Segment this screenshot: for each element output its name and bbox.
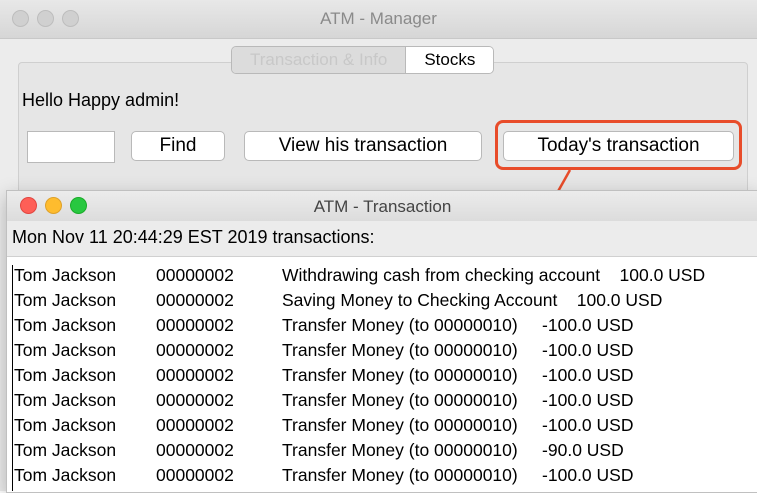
window-title: ATM - Manager [320,9,437,28]
row-description: Transfer Money (to 00000010) -100.0 USD [282,365,634,385]
tab-transaction-info[interactable]: Transaction & Info [232,47,407,73]
transaction-header: Mon Nov 11 20:44:29 EST 2019 transaction… [7,221,757,257]
row-account: 00000002 [156,415,234,435]
transactions-heading: Mon Nov 11 20:44:29 EST 2019 transaction… [12,227,375,247]
account-search-input[interactable] [27,131,115,163]
tab-stocks[interactable]: Stocks [406,47,494,73]
tab-bar: Transaction & Info Stocks [231,46,495,74]
row-account: 00000002 [156,390,234,410]
transaction-titlebar[interactable]: ATM - Transaction [7,191,757,221]
window-title: ATM - Transaction [313,197,452,216]
row-account: 00000002 [156,265,234,285]
find-button[interactable]: Find [131,131,225,161]
row-name: Tom Jackson [14,390,117,410]
row-name: Tom Jackson [14,340,117,360]
row-account: 00000002 [156,315,234,335]
row-account: 00000002 [156,440,234,460]
transaction-list[interactable]: Tom Jackson 00000002 Withdrawing cash fr… [7,257,757,492]
row-description: Transfer Money (to 00000010) -100.0 USD [282,340,634,360]
row-account: 00000002 [156,465,234,485]
row-description: Transfer Money (to 00000010) -90.0 USD [282,440,624,460]
row-name: Tom Jackson [14,265,117,285]
view-his-transaction-button[interactable]: View his transaction [244,131,482,161]
row-description: Saving Money to Checking Account 100.0 U… [282,290,663,310]
transaction-window: ATM - Transaction Mon Nov 11 20:44:29 ES… [6,190,757,493]
row-description: Transfer Money (to 00000010) -100.0 USD [282,415,634,435]
greeting-text: Hello Happy admin! [22,90,180,110]
row-name: Tom Jackson [14,315,117,335]
row-description: Transfer Money (to 00000010) -100.0 USD [282,465,634,485]
row-description: Transfer Money (to 00000010) -100.0 USD [282,315,634,335]
row-description: Withdrawing cash from checking account 1… [282,265,706,285]
row-name: Tom Jackson [14,365,117,385]
manager-titlebar[interactable]: ATM - Manager [0,0,757,39]
row-name: Tom Jackson [14,290,117,310]
row-account: 00000002 [156,365,234,385]
row-name: Tom Jackson [14,440,117,460]
row-name: Tom Jackson [14,415,117,435]
row-description: Transfer Money (to 00000010) -100.0 USD [282,390,634,410]
annotation-highlight-box [495,120,742,170]
row-account: 00000002 [156,290,234,310]
row-account: 00000002 [156,340,234,360]
text-caret [12,265,13,491]
row-name: Tom Jackson [14,465,117,485]
